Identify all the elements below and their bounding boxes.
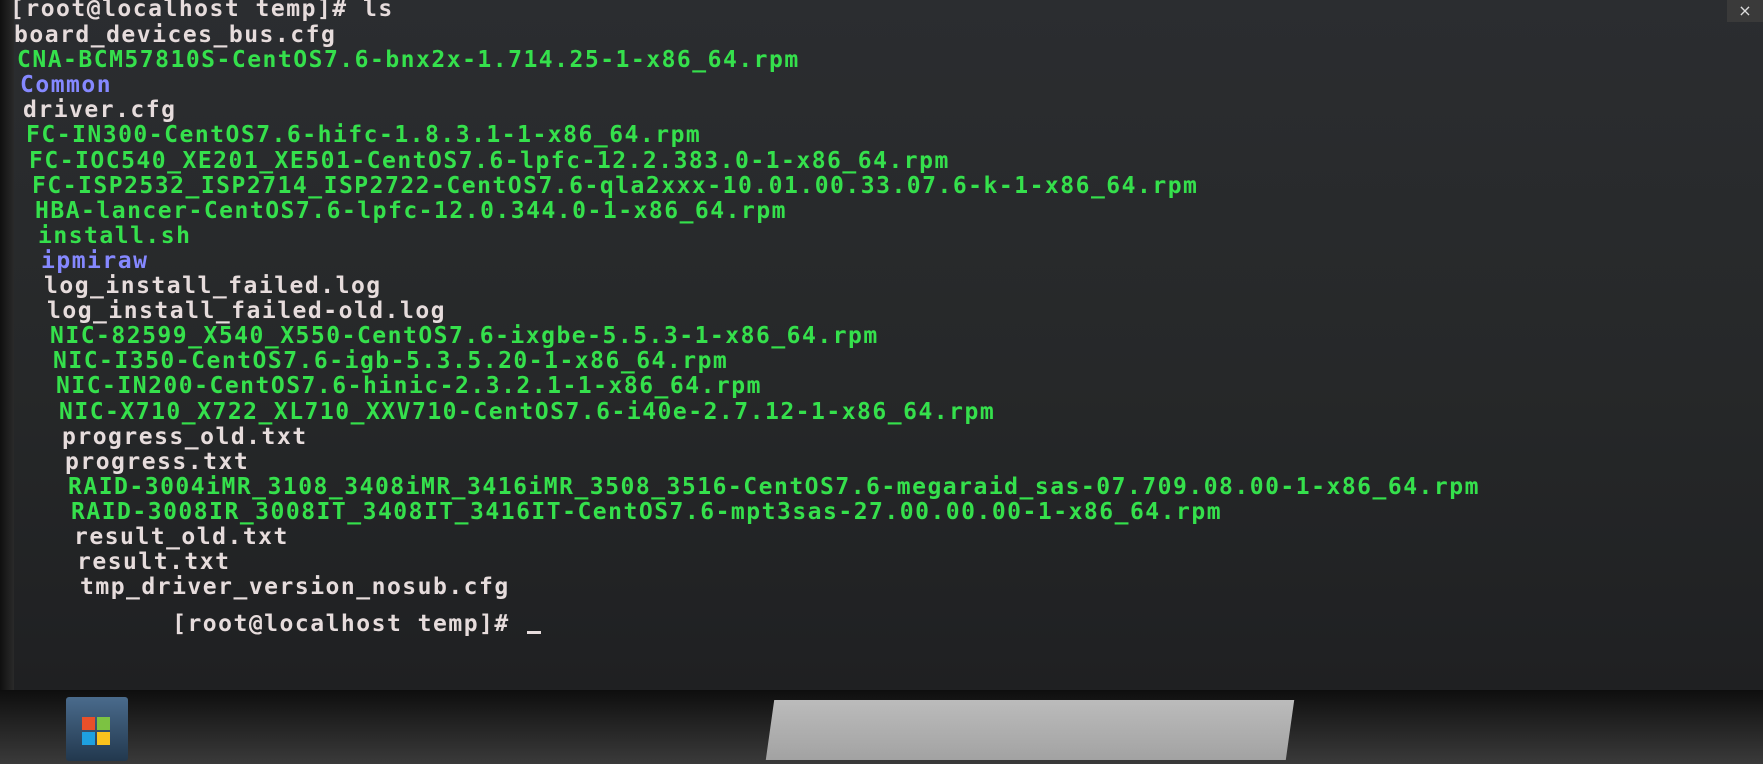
file-entry: progress.txt [65,448,250,475]
file-entry: HBA-lancer-CentOS7.6-lpfc-12.0.344.0-1-x… [35,197,788,224]
windows-logo-icon [66,697,128,761]
text-cursor [527,631,542,634]
file-entry: Common [20,72,113,99]
terminal-window[interactable]: [root@localhost temp]# ls board_devices_… [0,0,1720,690]
file-entry: NIC-IN200-CentOS7.6-hinic-2.3.2.1-1-x86_… [56,373,762,400]
file-entry: log_install_failed.log [44,273,382,299]
file-entry: log_install_failed-old.log [47,298,447,325]
command-line: [root@localhost temp]# ls [10,0,394,22]
prompt-line[interactable]: [root@localhost temp]# [80,585,542,663]
bezel-glare [765,700,1295,760]
file-entry: NIC-X710_X722_XL710_XXV710-CentOS7.6-i40… [59,398,996,425]
prompt-text: [root@localhost temp]# [172,611,526,637]
file-entry: NIC-82599_X540_X550-CentOS7.6-ixgbe-5.5.… [50,323,879,350]
file-entry: NIC-I350-CentOS7.6-igb-5.3.5.20-1-x86_64… [53,348,729,375]
file-entry: board_devices_bus.cfg [14,22,337,48]
close-icon[interactable]: × [1727,0,1763,22]
file-entry: install.sh [38,222,192,249]
file-entry: progress_old.txt [62,423,308,450]
file-entry: ipmiraw [41,247,149,274]
file-entry: CNA-BCM57810S-CentOS7.6-bnx2x-1.714.25-1… [17,47,800,74]
file-entry: driver.cfg [23,97,177,124]
file-entry: FC-ISP2532_ISP2714_ISP2722-CentOS7.6-qla… [32,172,1199,199]
file-entry: result_old.txt [74,524,289,550]
file-entry: result.txt [77,549,231,576]
file-entry: RAID-3008IR_3008IT_3408IT_3416IT-CentOS7… [71,498,1223,525]
file-entry: FC-IOC540_XE201_XE501-CentOS7.6-lpfc-12.… [29,147,950,174]
file-entry: RAID-3004iMR_3108_3408iMR_3416iMR_3508_3… [68,473,1480,500]
monitor-screen: × [root@localhost temp]# ls board_device… [0,0,1763,690]
file-entry: FC-IN300-CentOS7.6-hifc-1.8.3.1-1-x86_64… [26,122,702,149]
